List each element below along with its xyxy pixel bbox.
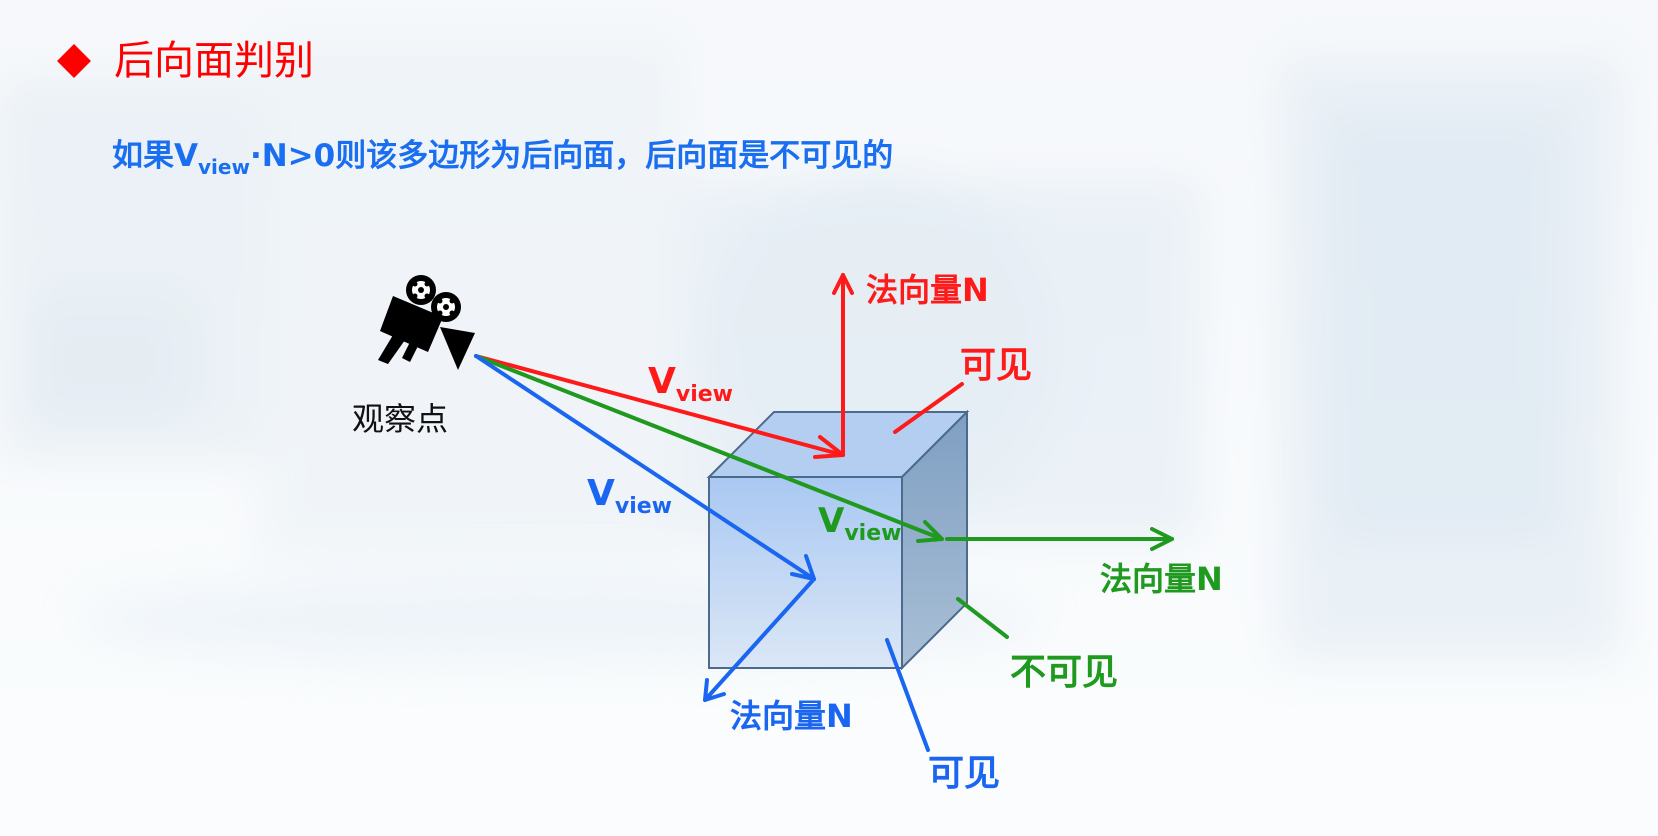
blue-visibility-label: 可见 [928,753,1000,794]
red-visibility-label: 可见 [960,345,1032,386]
green-visibility-label: 不可见 [1010,652,1118,693]
subtitle-prefix: 如果V [112,138,198,174]
red-view-vector-label: Vview [648,361,733,407]
blue-normal-label: 法向量N [730,697,853,735]
slide-title: 后向面判别 [54,36,314,86]
green-leader-line [956,597,1009,639]
viewpoint-label: 观察点 [352,400,448,438]
blue-view-vector-label: Vview [587,473,672,519]
subtitle-suffix: ·N>0则该多边形为后向面，后向面是不可见的 [249,138,894,174]
diamond-bullet-icon [57,44,91,78]
page-title: 后向面判别 [114,38,314,84]
red-normal-label: 法向量N [866,271,989,309]
subtitle-subscript: view [198,155,250,179]
green-normal-label: 法向量N [1100,560,1223,598]
backface-diagram: 观察点 Vview 法向量N 可见 Vview 法向量N 不可见 Vview 法… [352,271,1223,794]
subtitle: 如果Vview·N>0则该多边形为后向面，后向面是不可见的 [112,134,893,178]
movie-camera-icon [378,275,475,370]
